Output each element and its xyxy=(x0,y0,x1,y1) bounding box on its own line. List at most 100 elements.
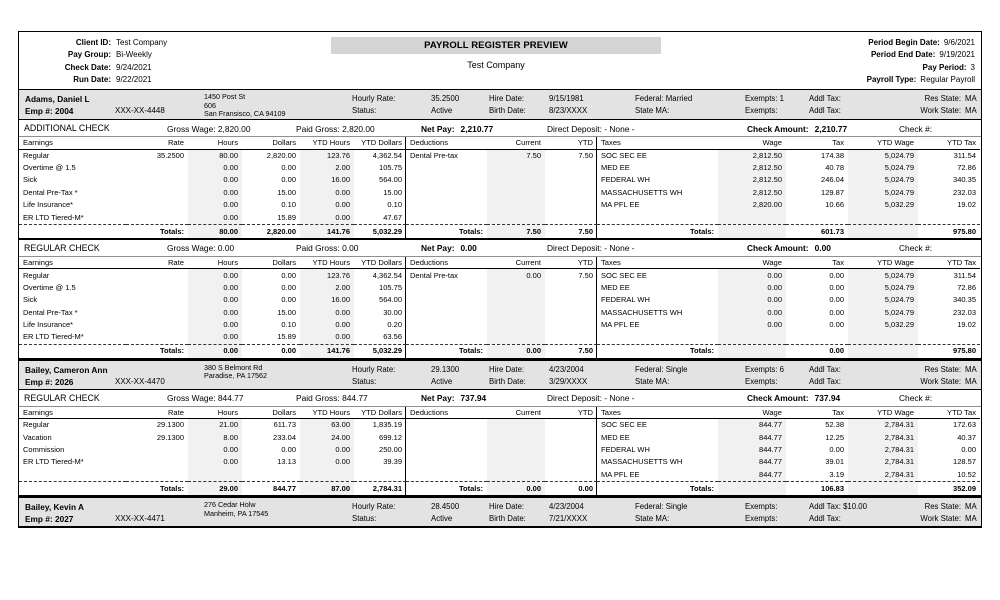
deductions-row xyxy=(406,418,597,432)
period-begin-value: 9/6/2021 xyxy=(943,38,975,47)
earnings-table: Earnings Rate Hours Dollars YTD Hours YTD Dol… xyxy=(19,137,406,238)
taxes-cell: MASSACHUSETTS WH xyxy=(601,187,683,197)
taxes-row xyxy=(597,211,980,225)
deductions-col-header: YTD xyxy=(545,406,597,420)
taxes-row: MED EE 844.77 12.25 2,784.31 40.37 xyxy=(597,431,980,444)
deductions-table: Deductions Current YTD Dental Pre-tax 0.00 7.… xyxy=(406,256,597,358)
taxes-col-header: YTD Wage xyxy=(848,137,918,150)
earnings-row: Regular 0.00 0.00 123.76 4,362.54 xyxy=(19,268,406,282)
status-label: Status: xyxy=(352,514,377,524)
earnings-col-header: YTD Hours xyxy=(300,406,354,420)
earnings-cell xyxy=(126,199,188,211)
earnings-cell xyxy=(126,469,188,482)
federal-filing-status: Federal: Single xyxy=(635,502,688,512)
deductions-cell xyxy=(545,211,597,224)
taxes-cell: 2,812.50 xyxy=(718,149,786,162)
taxes-cell: 340.35 xyxy=(953,175,976,185)
payroll-type-row: Payroll Type: Regular Payroll xyxy=(615,74,975,86)
deductions-cell: Dental Pre-tax xyxy=(410,270,458,280)
taxes-cell: 72.86 xyxy=(957,163,976,173)
deductions-row xyxy=(406,443,597,457)
earnings-cell: 63.56 xyxy=(383,332,402,342)
deductions-row xyxy=(406,294,597,307)
taxes-cell xyxy=(918,331,980,344)
net-pay-label: Net Pay: xyxy=(421,243,455,254)
taxes-row: SOC SEC EE 2,812.50 174.38 5,024.79 311.54 xyxy=(597,149,980,162)
taxes-cell xyxy=(848,211,918,225)
state-filing-status: State MA: xyxy=(635,514,670,524)
deductions-cell xyxy=(487,211,545,225)
taxes-row: MA PFL EE 0.00 0.00 5,032.29 19.02 xyxy=(597,318,980,332)
earnings-cell: Sick xyxy=(23,175,38,185)
earnings-cell: 0.00 xyxy=(188,306,242,319)
state-addl-tax: Addl Tax: xyxy=(809,514,841,524)
taxes-cell: 0.00 xyxy=(718,306,786,319)
earnings-col-header: YTD Dollars xyxy=(354,406,406,420)
taxes-total-cell: Totals: xyxy=(597,481,718,496)
earnings-cell: 0.00 xyxy=(300,306,354,319)
res-state-value: MA xyxy=(965,364,977,374)
deductions-cell xyxy=(487,161,545,175)
taxes-cell: FEDERAL WH xyxy=(601,445,650,455)
deductions-totals-row: Totals: 7.50 7.50 xyxy=(406,223,597,238)
earnings-row: ER LTD Tiered-M* 0.00 15.89 0.00 47.67 xyxy=(19,211,406,225)
period-begin-label: Period Begin Date: xyxy=(868,38,940,47)
state-addl-tax: Addl Tax: xyxy=(809,106,841,115)
deductions-cell xyxy=(406,432,487,444)
employee-name: Adams, Daniel L xyxy=(25,94,90,104)
earnings-cell: 0.00 xyxy=(281,282,296,292)
deductions-total-cell: 7.50 xyxy=(545,223,597,238)
deductions-cell xyxy=(545,306,597,318)
deductions-cell xyxy=(406,456,487,468)
earnings-col-header: Dollars xyxy=(242,406,300,420)
earnings-col-header: Earnings xyxy=(19,406,126,420)
earnings-cell: 29.1300 xyxy=(156,420,184,430)
employee-name: Bailey, Kevin A xyxy=(25,502,85,513)
taxes-cell: 174.38 xyxy=(821,150,844,160)
deductions-cell xyxy=(487,331,545,345)
earnings-cell: 0.00 xyxy=(188,281,242,295)
deductions-cell: 7.50 xyxy=(578,150,593,160)
taxes-cell xyxy=(718,211,786,225)
taxes-col-header: Wage xyxy=(718,406,786,420)
earnings-cell: 0.20 xyxy=(387,320,402,330)
work-state-value: MA xyxy=(965,106,977,115)
earnings-cell: 0.00 xyxy=(188,161,242,175)
taxes-panel: Taxes Wage Tax YTD Wage YTD Tax SOC SEC EE 0.0… xyxy=(597,256,980,358)
earnings-cell: 0.00 xyxy=(188,318,242,332)
taxes-cell xyxy=(786,331,848,344)
check-amount-value: 737.94 xyxy=(814,393,841,404)
taxes-total-cell xyxy=(718,223,786,238)
taxes-col-header: YTD Wage xyxy=(848,406,918,420)
taxes-total-cell: 106.83 xyxy=(786,481,848,496)
check-amount-value: 2,210.77 xyxy=(814,123,848,134)
pay-period-row: Pay Period: 3 xyxy=(615,62,975,74)
hourly-rate-label: Hourly Rate: xyxy=(352,502,396,512)
earnings-row: Commission 0.00 0.00 0.00 250.00 xyxy=(19,443,406,457)
taxes-cell xyxy=(848,331,918,345)
deductions-cell xyxy=(487,174,545,187)
earnings-col-header: Dollars xyxy=(242,137,300,150)
taxes-row: MASSACHUSETTS WH 2,812.50 129.87 5,024.79 23… xyxy=(597,186,980,199)
earnings-cell: 0.00 xyxy=(281,163,296,173)
deductions-total-cell: 7.50 xyxy=(487,223,545,238)
taxes-cell: 0.00 xyxy=(829,282,844,292)
earnings-row: Regular 29.1300 21.00 611.73 63.00 1,835.19 xyxy=(19,418,406,432)
status-label: Status: xyxy=(352,106,377,115)
gross-wage: Gross Wage: 844.77 xyxy=(167,393,244,404)
hire-date-value: 4/23/2004 xyxy=(549,502,584,512)
deductions-cell xyxy=(487,418,545,432)
earnings-cell: ER LTD Tiered-M* xyxy=(23,457,84,467)
deductions-table: Deductions Current YTD Dental Pre-tax 7.50 7.… xyxy=(406,137,597,238)
earnings-col-header: YTD Dollars xyxy=(354,256,406,270)
client-id-label: Client ID: xyxy=(75,38,111,47)
earnings-row: ER LTD Tiered-M* 0.00 13.13 0.00 39.39 xyxy=(19,456,406,469)
earnings-cell: 105.75 xyxy=(379,282,402,292)
direct-deposit: Direct Deposit: - None - xyxy=(547,123,635,134)
res-state-label: Res State: xyxy=(924,94,961,103)
federal-addl-tax: Addl Tax: xyxy=(809,94,841,103)
earnings-cell: 0.00 xyxy=(281,270,296,280)
res-state-label: Res State: xyxy=(924,502,961,512)
deductions-cell: Dental Pre-tax xyxy=(410,150,458,160)
earnings-cell: Regular xyxy=(23,270,50,280)
